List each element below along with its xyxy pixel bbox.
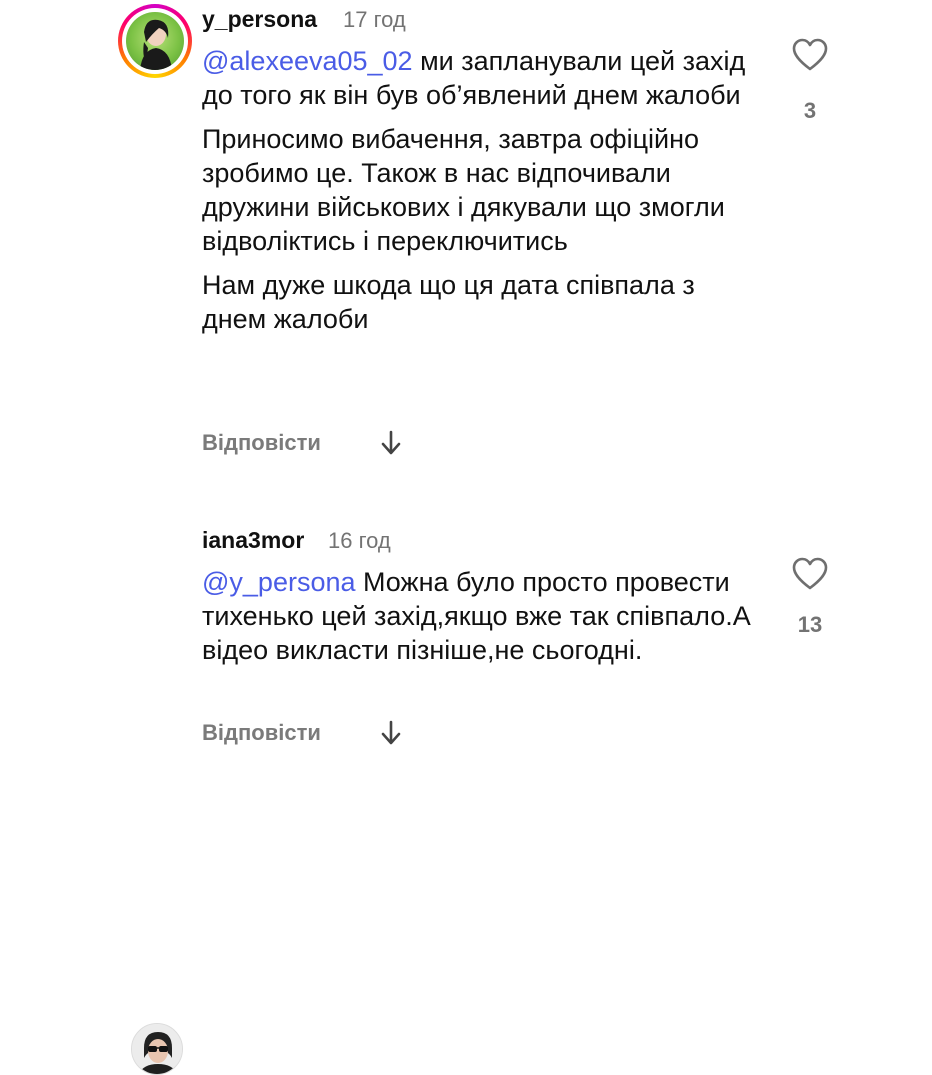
comment: iana3mor 16 год @y_persona Можна було пр… [0, 505, 932, 1075]
arrow-down-icon[interactable] [380, 720, 402, 746]
username[interactable]: y_persona [202, 6, 317, 33]
arrow-down-icon[interactable] [380, 430, 402, 456]
timestamp: 16 год [328, 528, 391, 553]
avatar-photo-icon [140, 19, 172, 70]
reply-button[interactable]: Відповісти [202, 430, 321, 456]
comment-paragraph: Нам дуже шкода що ця дата співпала з дне… [202, 270, 695, 334]
like-count[interactable]: 3 [780, 98, 840, 124]
comment-text: @y_persona Можна було просто провести ти… [202, 565, 762, 677]
username[interactable]: iana3mor [202, 527, 304, 554]
mention-link[interactable]: @y_persona [202, 567, 356, 597]
avatar-photo-icon [132, 1024, 182, 1074]
avatar[interactable] [131, 1023, 183, 1075]
heart-outline-icon[interactable] [792, 38, 828, 72]
mention-link[interactable]: @alexeeva05_02 [202, 46, 413, 76]
like-count[interactable]: 13 [780, 612, 840, 638]
avatar[interactable] [126, 12, 184, 70]
comment: y_persona 17 год @alexeeva05_02 ми запла… [0, 0, 932, 470]
heart-outline-icon[interactable] [792, 557, 828, 591]
timestamp: 17 год [343, 7, 406, 32]
reply-button[interactable]: Відповісти [202, 720, 321, 746]
comment-text: @alexeeva05_02 ми запланували цей захід … [202, 44, 762, 346]
comment-paragraph: Приносимо вибачення, завтра офіційно зро… [202, 124, 725, 256]
